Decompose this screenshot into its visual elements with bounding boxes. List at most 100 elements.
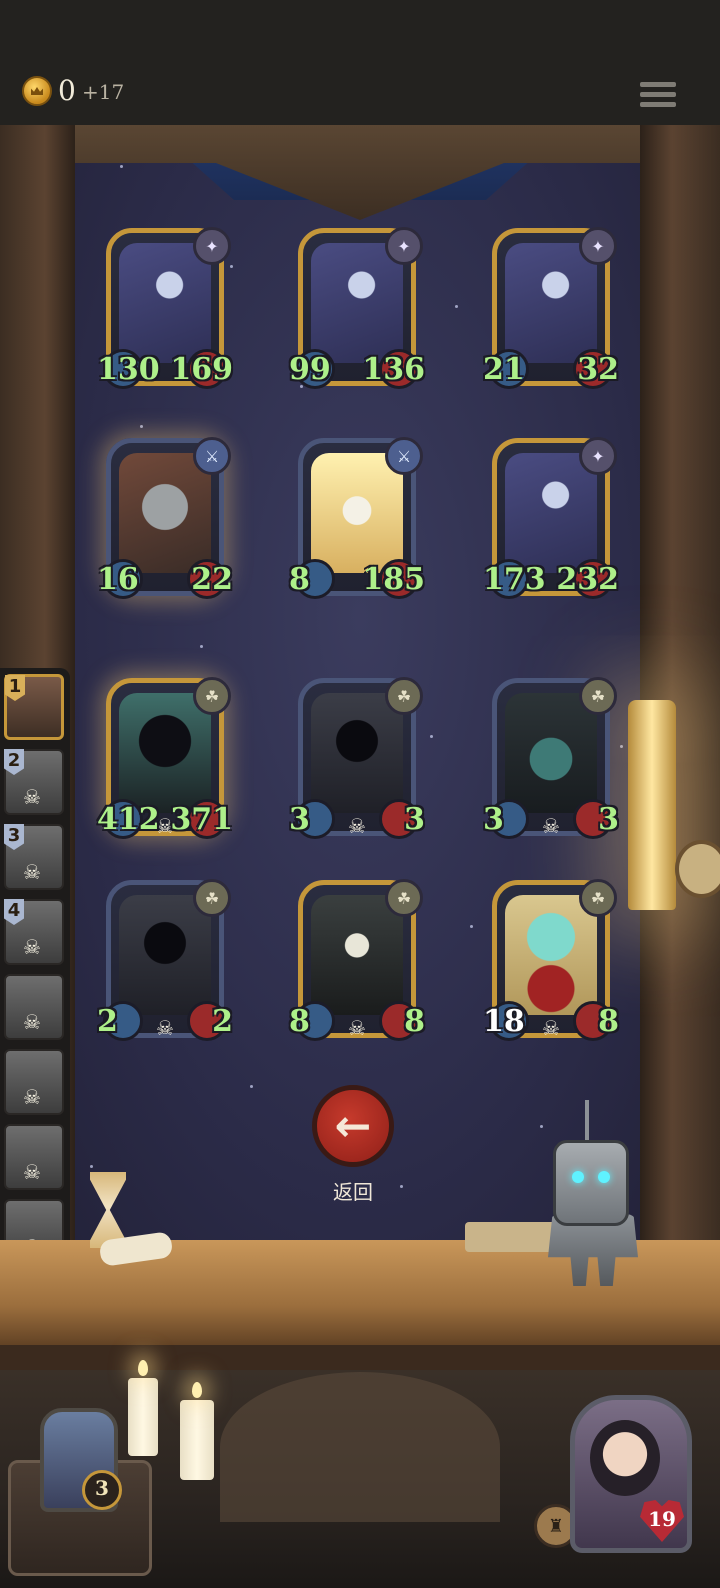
robot-antenna [585,1100,589,1142]
minion-card-bandit[interactable]: ✦ 173 232 [483,437,619,599]
queue-rank: 4 [4,899,24,925]
attack-value: 18 [483,1004,525,1039]
star [400,1185,403,1188]
skull-icon: ☠ [23,1010,41,1034]
claw-icon: ☘ [193,677,231,715]
hood-portrait [311,693,403,813]
sparkle-icon: ✦ [579,227,617,265]
queue-opponent[interactable]: ☠ [4,974,64,1040]
minion-card-bandit[interactable]: ✦ 99 136 [289,227,425,389]
star [430,735,433,738]
health-value: 232 [556,562,619,597]
attack-value: 3 [483,802,504,837]
flame-icon [138,1360,148,1376]
queue-rank: 1 [5,675,25,701]
star [250,1085,253,1088]
sparkle-icon: ✦ [193,227,231,265]
health-value: 371 [170,802,233,837]
health-value: 2 [212,1004,233,1039]
star [620,745,623,748]
coin-icon [22,76,52,106]
queue-opponent[interactable]: 1 [4,674,64,740]
star [120,165,123,168]
minion-card-dwarf[interactable]: ⚔ 8 185 [289,437,425,599]
claw-icon: ☘ [385,879,423,917]
skull-icon: ☠ [23,1160,41,1184]
hood-portrait [119,895,211,1015]
skull-icon: ☠ [348,1016,366,1040]
skull-icon: ☠ [156,1016,174,1040]
skull-icon: ☠ [542,814,560,838]
gear-icon [220,1372,500,1522]
queue-opponent[interactable]: ☠ [4,1124,64,1190]
attack-value: 173 [483,562,546,597]
attack-value: 8 [289,1004,310,1039]
star [140,425,143,428]
turn-queue: 12☠3☠4☠☠☠☠☠ [0,668,70,1278]
lich-portrait [119,693,211,813]
hero-avatar [590,1420,660,1496]
gold-income: +17 [82,80,125,104]
queue-opponent[interactable]: ☠ [4,1049,64,1115]
claw-icon: ☘ [579,879,617,917]
right-pillar [640,125,720,1245]
health-value: 3 [598,802,619,837]
arrow-left-icon: ← [334,1100,372,1152]
star [470,925,473,928]
reaper-portrait [311,895,403,1015]
skull-icon: ☠ [23,935,41,959]
robot-eye-left [572,1171,584,1183]
attack-value: 21 [483,352,525,387]
health-value: 3 [404,802,425,837]
minion-card-bandit[interactable]: ✦ 130 169 [97,227,233,389]
minion-card-lich[interactable]: ☘ ☠ 412 371 [97,677,233,839]
queue-rank: 2 [4,749,24,775]
attack-value: 8 [289,562,310,597]
health-value: 136 [362,352,425,387]
minion-card-reaper[interactable]: ☘ ☠ 8 8 [289,879,425,1041]
back-button-label: 返回 [333,1180,373,1204]
health-value: 8 [598,1004,619,1039]
skull-icon: ☠ [23,785,41,809]
flame-icon [192,1382,202,1398]
gold-amount: 0 [58,74,76,107]
skull-icon: ☠ [542,1016,560,1040]
desk-edge [0,1345,720,1373]
health-value: 185 [362,562,425,597]
health-value: 169 [170,352,233,387]
star [540,1125,543,1128]
attack-value: 412 [97,802,160,837]
attack-value: 130 [97,352,160,387]
bandit-portrait [505,453,597,573]
robot-icon[interactable] [553,1140,629,1226]
queue-rank: 3 [4,824,24,850]
lamp-icon [628,700,676,910]
minion-card-hood[interactable]: ☘ ☠ 2 2 [97,879,233,1041]
attack-value: 2 [97,1004,118,1039]
claw-icon: ☘ [385,677,423,715]
beast-portrait [505,693,597,813]
back-button[interactable]: ← [312,1085,394,1167]
dwarf-portrait [311,453,403,573]
queue-opponent[interactable]: 2 ☠ [4,749,64,815]
robot-eye-right [598,1171,610,1183]
skull-icon: ☠ [23,860,41,884]
menu-icon[interactable] [640,82,676,114]
attack-value: 3 [289,802,310,837]
minion-card-hood[interactable]: ☘ ☠ 3 3 [289,677,425,839]
sword-icon: ⚔ [193,437,231,475]
sword-icon: ⚔ [385,437,423,475]
minion-card-beast[interactable]: ☘ ☠ 3 3 [483,677,619,839]
minion-card-orc[interactable]: ⚔ 16 22 [97,437,233,599]
star [230,265,233,268]
bandit-portrait [311,243,403,363]
minion-card-ghost[interactable]: ☘ ☠ 18 8 [483,879,619,1041]
minion-card-bandit[interactable]: ✦ 21 32 [483,227,619,389]
queue-opponent[interactable]: 3 ☠ [4,824,64,890]
health-value: 32 [577,352,619,387]
deck-count: 3 [82,1470,122,1510]
claw-icon: ☘ [193,879,231,917]
star [455,305,458,308]
bandit-portrait [505,243,597,363]
queue-opponent[interactable]: 4 ☠ [4,899,64,965]
